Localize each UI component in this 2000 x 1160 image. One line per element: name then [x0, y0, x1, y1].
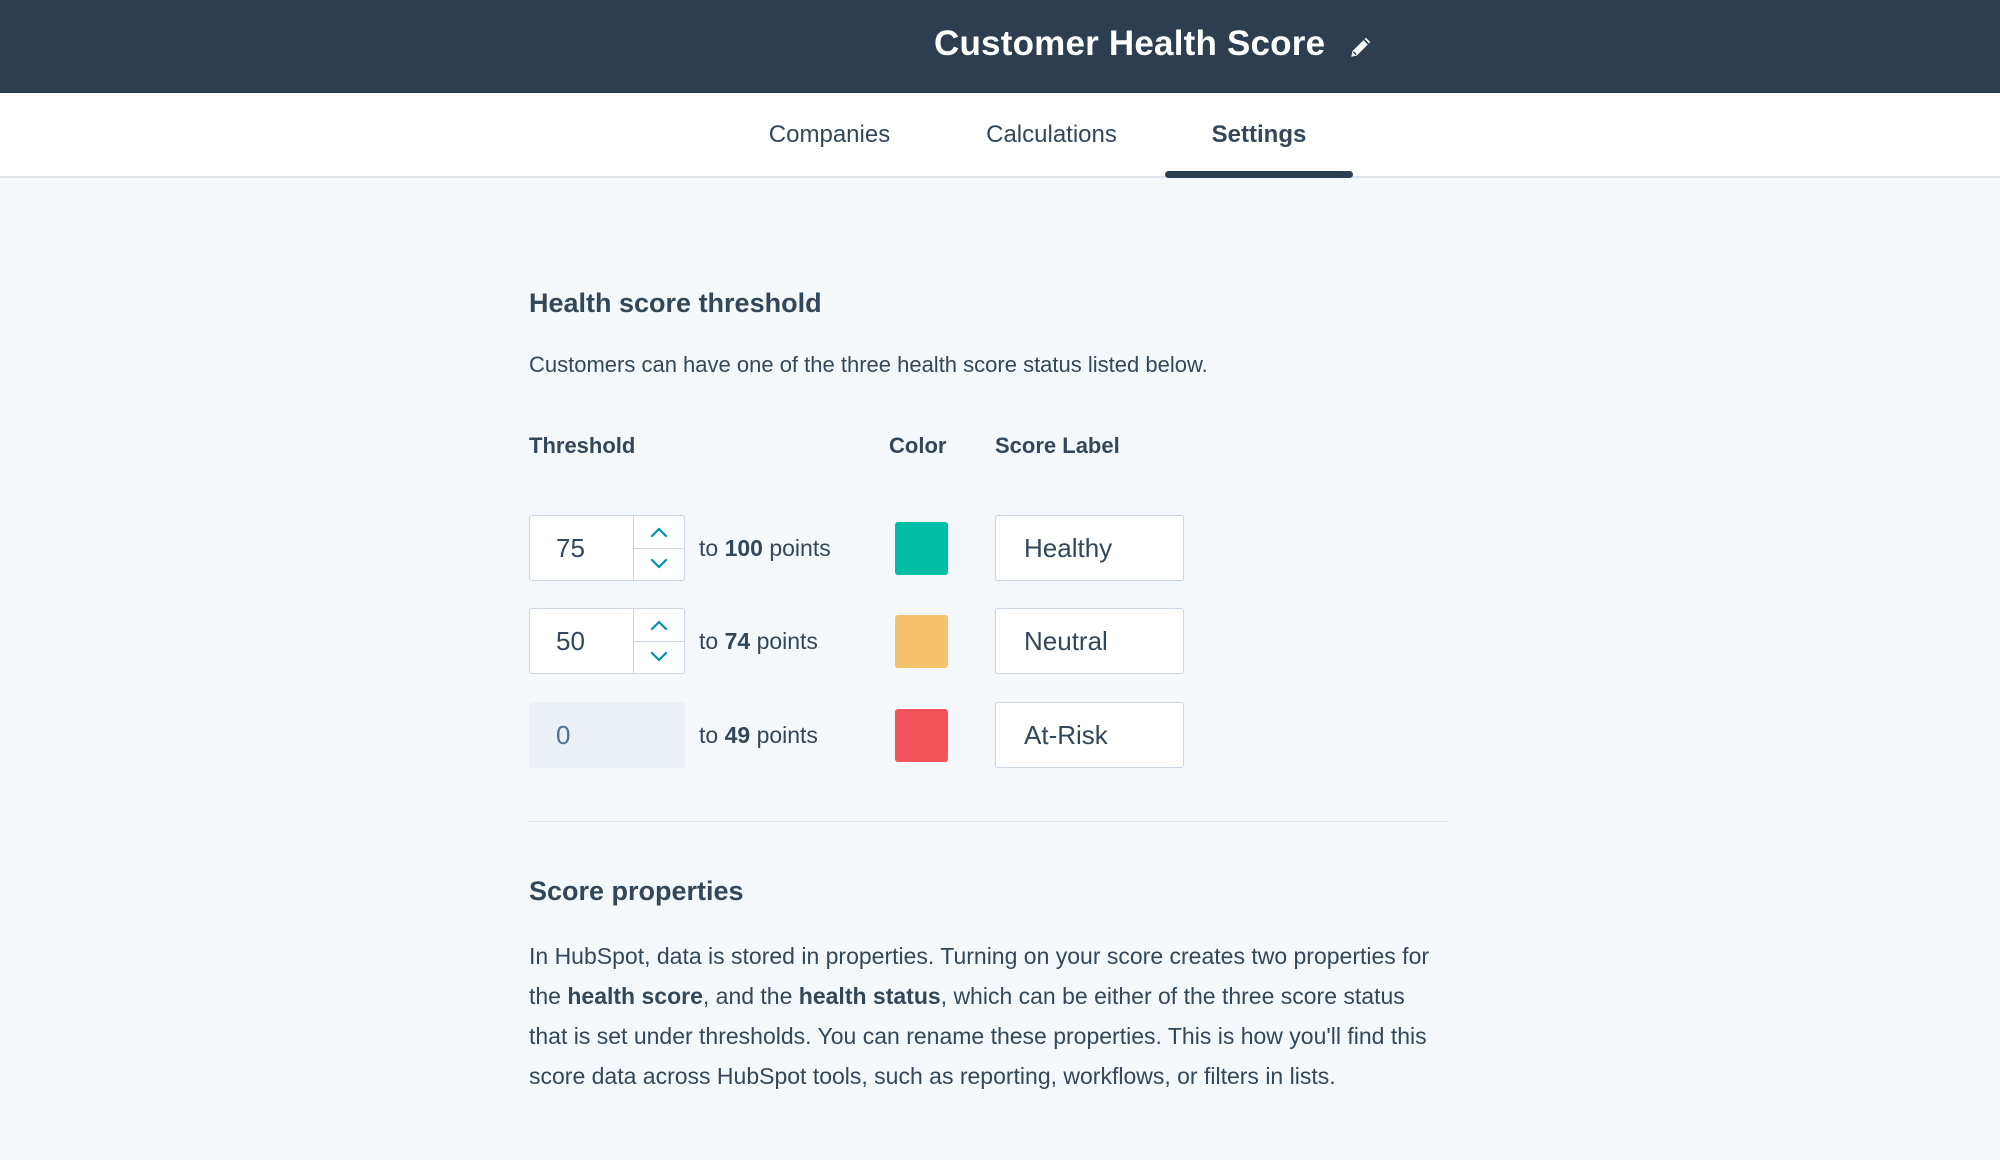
score-label-column-header: Score Label — [995, 433, 1120, 458]
threshold-section: Health score threshold Customers can hav… — [529, 288, 1447, 385]
threshold-min-field-disabled: 0 — [529, 702, 685, 768]
tab-companies[interactable]: Companies — [747, 93, 912, 176]
increment-button[interactable] — [634, 609, 684, 642]
pencil-icon[interactable] — [1348, 34, 1374, 65]
page-header: Customer Health Score — [0, 0, 2000, 93]
score-properties-description: In HubSpot, data is stored in properties… — [529, 943, 1430, 1089]
active-tab-indicator — [1165, 171, 1353, 178]
threshold-column-header: Threshold — [529, 433, 636, 458]
stepper-controls — [633, 609, 684, 673]
score-label-input[interactable] — [995, 515, 1184, 581]
increment-button[interactable] — [634, 516, 684, 549]
threshold-min-value[interactable]: 75 — [556, 516, 585, 580]
tab-settings[interactable]: Settings — [1165, 93, 1353, 176]
color-column-header: Color — [889, 433, 947, 458]
threshold-description: Customers can have one of the three heal… — [529, 352, 1208, 377]
stepper-controls — [633, 516, 684, 580]
score-properties-title: Score properties — [529, 876, 744, 906]
page-title: Customer Health Score — [934, 24, 1326, 63]
threshold-min-value[interactable]: 50 — [556, 609, 585, 673]
score-label-input[interactable] — [995, 608, 1184, 674]
threshold-min-value: 0 — [556, 720, 571, 750]
threshold-min-stepper[interactable]: 50 — [529, 608, 685, 674]
decrement-button[interactable] — [634, 641, 684, 673]
score-label-input[interactable] — [995, 702, 1184, 768]
chevron-up-icon — [650, 620, 668, 631]
tab-bar: Companies Calculations Settings — [0, 93, 2000, 178]
threshold-range-text: to 74 points — [699, 628, 818, 654]
color-swatch[interactable] — [895, 522, 948, 575]
threshold-range-text: to 100 points — [699, 535, 831, 561]
threshold-range-text: to 49 points — [699, 722, 818, 748]
section-divider — [529, 821, 1447, 822]
chevron-down-icon — [650, 651, 668, 662]
decrement-button[interactable] — [634, 548, 684, 580]
chevron-up-icon — [650, 527, 668, 538]
threshold-section-title: Health score threshold — [529, 288, 822, 318]
chevron-down-icon — [650, 558, 668, 569]
color-swatch[interactable] — [895, 615, 948, 668]
tab-calculations[interactable]: Calculations — [970, 93, 1133, 176]
threshold-min-stepper[interactable]: 75 — [529, 515, 685, 581]
color-swatch[interactable] — [895, 709, 948, 762]
